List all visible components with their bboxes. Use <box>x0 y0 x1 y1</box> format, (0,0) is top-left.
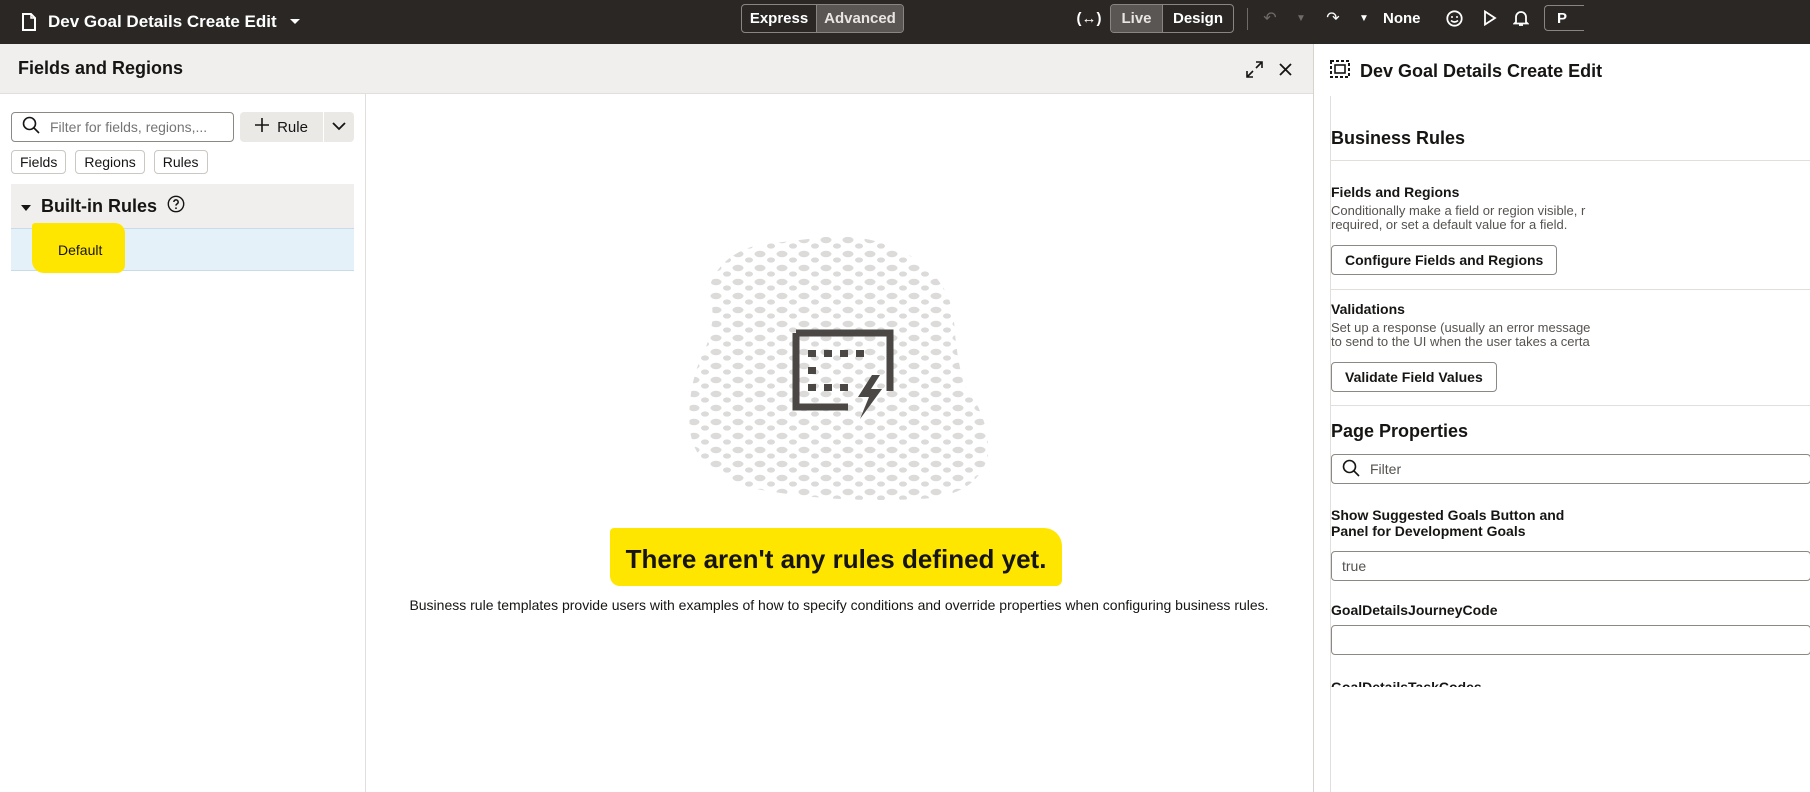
empty-state-description: Business rule templates provide users wi… <box>409 597 1269 613</box>
plus-icon <box>255 118 270 136</box>
divider <box>1331 405 1810 406</box>
validate-field-values-button[interactable]: Validate Field Values <box>1331 362 1497 392</box>
fields-regions-desc-line2: required, or set a default value for a f… <box>1331 217 1568 232</box>
empty-state-title-highlight: There aren't any rules defined yet. <box>610 520 1062 586</box>
fields-regions-drawer: Fields and Regions Rule <box>0 44 1314 792</box>
preview-play-icon[interactable] <box>1479 0 1501 36</box>
expand-icon[interactable] <box>1241 56 1267 82</box>
sandbox-menu-chevron-icon[interactable]: ▼ <box>1357 0 1371 36</box>
page-title-menu[interactable]: Dev Goal Details Create Edit <box>22 0 301 44</box>
properties-filter-field[interactable]: Filter <box>1331 454 1810 484</box>
view-toggle: Live Design <box>1110 4 1234 33</box>
mode-toggle: Express Advanced <box>741 4 904 33</box>
properties-panel: Dev Goal Details Create Edit Business Ru… <box>1314 44 1810 792</box>
page-properties-heading: Page Properties <box>1331 421 1469 441</box>
validations-desc-line2: to send to the UI when the user takes a … <box>1331 334 1590 349</box>
chevron-down-icon <box>332 118 346 136</box>
validations-desc-line1: Set up a response (usually an error mess… <box>1331 320 1591 335</box>
chip-rules[interactable]: Rules <box>153 150 208 174</box>
rules-list-column: Rule Fields Regions Rules Built-in Rules <box>0 94 366 792</box>
mode-express-button[interactable]: Express <box>742 5 816 32</box>
close-icon[interactable] <box>1272 56 1298 82</box>
business-rules-heading: Business Rules <box>1331 128 1466 148</box>
panel-title: Dev Goal Details Create Edit <box>1330 60 1602 83</box>
drawer-header: Fields and Regions <box>0 44 1313 94</box>
view-design-button[interactable]: Design <box>1162 5 1233 32</box>
fields-regions-desc-line1: Conditionally make a field or region vis… <box>1331 203 1586 218</box>
panel-title-text: Dev Goal Details Create Edit <box>1360 61 1603 81</box>
show-suggested-goals-label-line1: Show Suggested Goals Button and <box>1331 507 1565 523</box>
goal-details-journey-code-field[interactable] <box>1331 625 1810 655</box>
panel-content: Business Rules Fields and Regions Condit… <box>1330 96 1810 792</box>
configure-fields-regions-button[interactable]: Configure Fields and Regions <box>1331 245 1558 275</box>
redo-icon[interactable]: ↷ <box>1322 0 1344 36</box>
show-suggested-goals-value: true <box>1342 558 1367 574</box>
document-icon <box>22 13 36 31</box>
divider <box>1331 289 1810 290</box>
rule-item-label: Default <box>58 242 103 258</box>
mode-advanced-button[interactable]: Advanced <box>816 5 903 32</box>
collapse-triangle-icon[interactable] <box>21 196 31 217</box>
show-suggested-goals-label-line2: Panel for Development Goals <box>1331 523 1526 539</box>
search-icon <box>1342 459 1360 480</box>
rules-filter-input[interactable] <box>50 119 220 135</box>
add-rule-menu-button[interactable] <box>324 112 354 142</box>
undo-menu-chevron-icon[interactable]: ▼ <box>1294 0 1308 36</box>
view-live-button[interactable]: Live <box>1111 5 1162 32</box>
built-in-rules-group[interactable]: Built-in Rules <box>11 184 354 228</box>
divider <box>1331 160 1810 161</box>
rules-filter-field[interactable] <box>11 112 234 142</box>
chip-fields[interactable]: Fields <box>11 150 67 174</box>
page-layout-icon <box>1330 60 1350 83</box>
sandbox-selector[interactable]: None <box>1383 0 1421 36</box>
goal-details-task-codes-label: GoalDetailsTaskCodes <box>1331 679 1482 687</box>
toolbar-divider <box>1247 8 1248 30</box>
fields-regions-heading: Fields and Regions <box>1331 184 1460 200</box>
page-title: Dev Goal Details Create Edit <box>48 12 277 31</box>
show-suggested-goals-field[interactable]: true <box>1331 551 1810 581</box>
empty-state-title: There aren't any rules defined yet. <box>625 544 1047 574</box>
filter-chips: Fields Regions Rules <box>11 150 208 174</box>
chip-regions[interactable]: Regions <box>75 150 145 174</box>
top-toolbar: Dev Goal Details Create Edit Express Adv… <box>0 0 1810 44</box>
publish-button[interactable]: P <box>1544 5 1584 31</box>
goal-details-journey-code-label: GoalDetailsJourneyCode <box>1331 602 1498 618</box>
add-rule-button[interactable]: Rule <box>240 112 323 142</box>
help-icon[interactable] <box>167 195 185 218</box>
undo-icon[interactable]: ↶ <box>1259 0 1281 36</box>
chevron-down-icon[interactable] <box>289 18 301 26</box>
add-rule-label: Rule <box>277 118 308 136</box>
publish-button-label: P <box>1557 9 1568 27</box>
notifications-bell-icon[interactable] <box>1510 0 1532 36</box>
feedback-smile-icon[interactable] <box>1443 0 1465 36</box>
rule-item-default[interactable]: Default <box>11 223 354 273</box>
add-rule-button-group: Rule <box>240 112 354 142</box>
drawer-title: Fields and Regions <box>18 58 184 78</box>
variables-icon[interactable]: (↔) <box>1077 0 1102 36</box>
validations-heading: Validations <box>1331 301 1405 317</box>
properties-filter-placeholder: Filter <box>1370 461 1402 477</box>
empty-state-illustration <box>688 235 994 506</box>
search-icon <box>22 116 40 139</box>
group-title: Built-in Rules <box>41 195 157 216</box>
